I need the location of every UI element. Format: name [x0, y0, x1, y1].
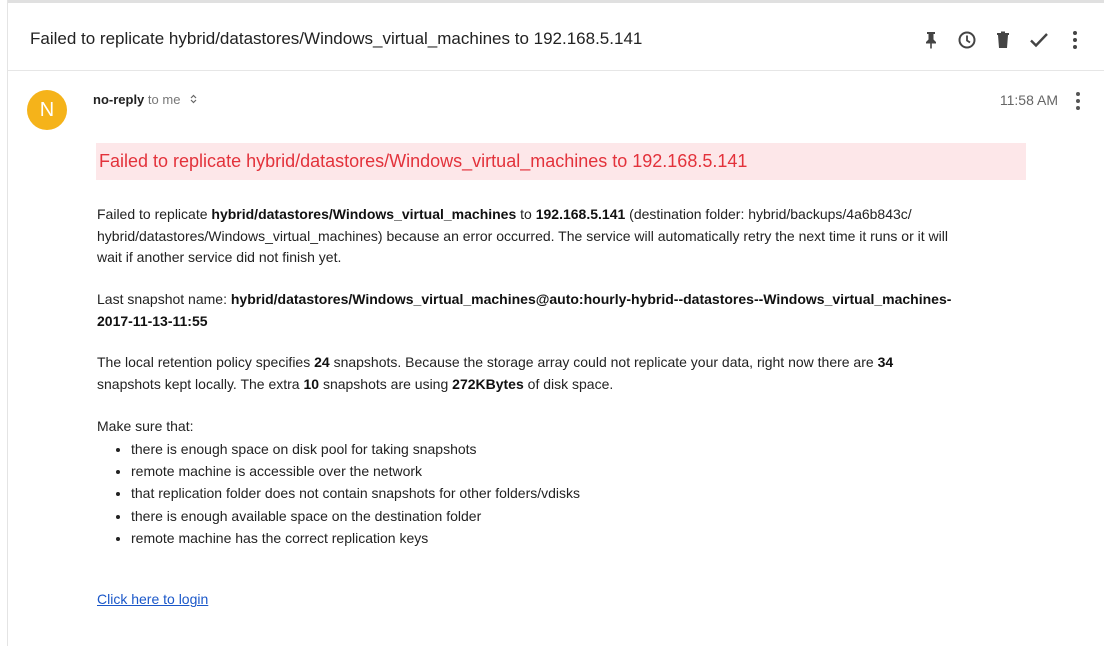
message-more-button[interactable] — [1066, 88, 1090, 114]
kept-count: 34 — [877, 354, 894, 371]
login-link[interactable]: Click here to login — [97, 591, 208, 607]
clock-icon — [958, 31, 976, 49]
email-actions — [918, 27, 1088, 53]
more-vert-icon — [1073, 31, 1077, 49]
text-span: snapshots kept locally. The extra — [97, 376, 304, 393]
avatar-letter: N — [39, 98, 55, 121]
retention-count: 24 — [314, 354, 330, 371]
text-span: of disk space. — [523, 376, 614, 393]
text-span: Failed to replicate — [97, 206, 212, 222]
more-vert-icon — [1076, 92, 1080, 110]
snapshot-date: 2017-11-13-11:55 — [97, 312, 208, 329]
mark-done-button[interactable] — [1026, 27, 1052, 53]
pin-button[interactable] — [918, 27, 944, 53]
list-item: there is enough available space on the d… — [131, 505, 1027, 527]
alert-banner: Failed to replicate hybrid/datastores/Wi… — [96, 143, 1026, 180]
text-span: snapshots are using — [319, 376, 453, 393]
email-subject: Failed to replicate hybrid/datastores/Wi… — [30, 29, 643, 48]
sender-avatar[interactable]: N — [27, 90, 67, 130]
snooze-button[interactable] — [954, 27, 980, 53]
text-span: Last snapshot name: — [97, 291, 231, 308]
checklist-section: Make sure that: there is enough space on… — [97, 416, 1027, 550]
extra-count: 10 — [303, 376, 320, 393]
list-item: remote machine is accessible over the ne… — [131, 460, 1027, 482]
sender-line: no-reply to me — [93, 92, 197, 107]
list-item: that replication folder does not contain… — [131, 482, 1027, 504]
disk-usage: 272KBytes — [452, 376, 524, 393]
login-section: Click here to login — [97, 589, 1027, 611]
list-item: remote machine has the correct replicati… — [131, 527, 1027, 549]
pin-icon — [926, 32, 936, 49]
check-icon — [1030, 33, 1048, 48]
snapshot-name: hybrid/datastores/Windows_virtual_machin… — [230, 291, 952, 308]
text-span: to — [516, 206, 536, 222]
left-frame-border — [7, 0, 8, 646]
more-options-button[interactable] — [1062, 27, 1088, 53]
email-header-bar: Failed to replicate hybrid/datastores/Wi… — [8, 0, 1104, 71]
paragraph-error-details: Failed to replicate hybrid/datastores/Wi… — [97, 204, 1027, 269]
text-span: (destination folder: hybrid/backups/4a6b… — [625, 206, 912, 222]
text-span: The local retention policy specifies — [97, 354, 315, 371]
recipient-label: to me — [147, 92, 181, 107]
sender-name[interactable]: no-reply — [93, 92, 144, 107]
destination-ip: 192.168.5.141 — [535, 206, 626, 222]
unfold-caret-icon — [190, 94, 197, 104]
text-span: hybrid/datastores/Windows_virtual_machin… — [97, 227, 948, 244]
text-span: snapshots. Because the storage array cou… — [329, 354, 878, 371]
delete-button[interactable] — [990, 27, 1016, 53]
message-details-toggle[interactable] — [190, 94, 197, 107]
message-time: 11:58 AM — [999, 92, 1058, 108]
folder-name: hybrid/datastores/Windows_virtual_machin… — [211, 206, 517, 222]
list-item: there is enough space on disk pool for t… — [131, 438, 1027, 460]
checklist: there is enough space on disk pool for t… — [97, 438, 1027, 550]
checklist-intro: Make sure that: — [97, 417, 194, 434]
paragraph-last-snapshot: Last snapshot name: hybrid/datastores/Wi… — [97, 289, 1027, 332]
email-body: Failed to replicate hybrid/datastores/Wi… — [96, 143, 1027, 611]
trash-icon — [997, 31, 1009, 48]
paragraph-retention-policy: The local retention policy specifies 24 … — [97, 352, 1027, 395]
text-span: wait if another service did not finish y… — [97, 249, 342, 266]
